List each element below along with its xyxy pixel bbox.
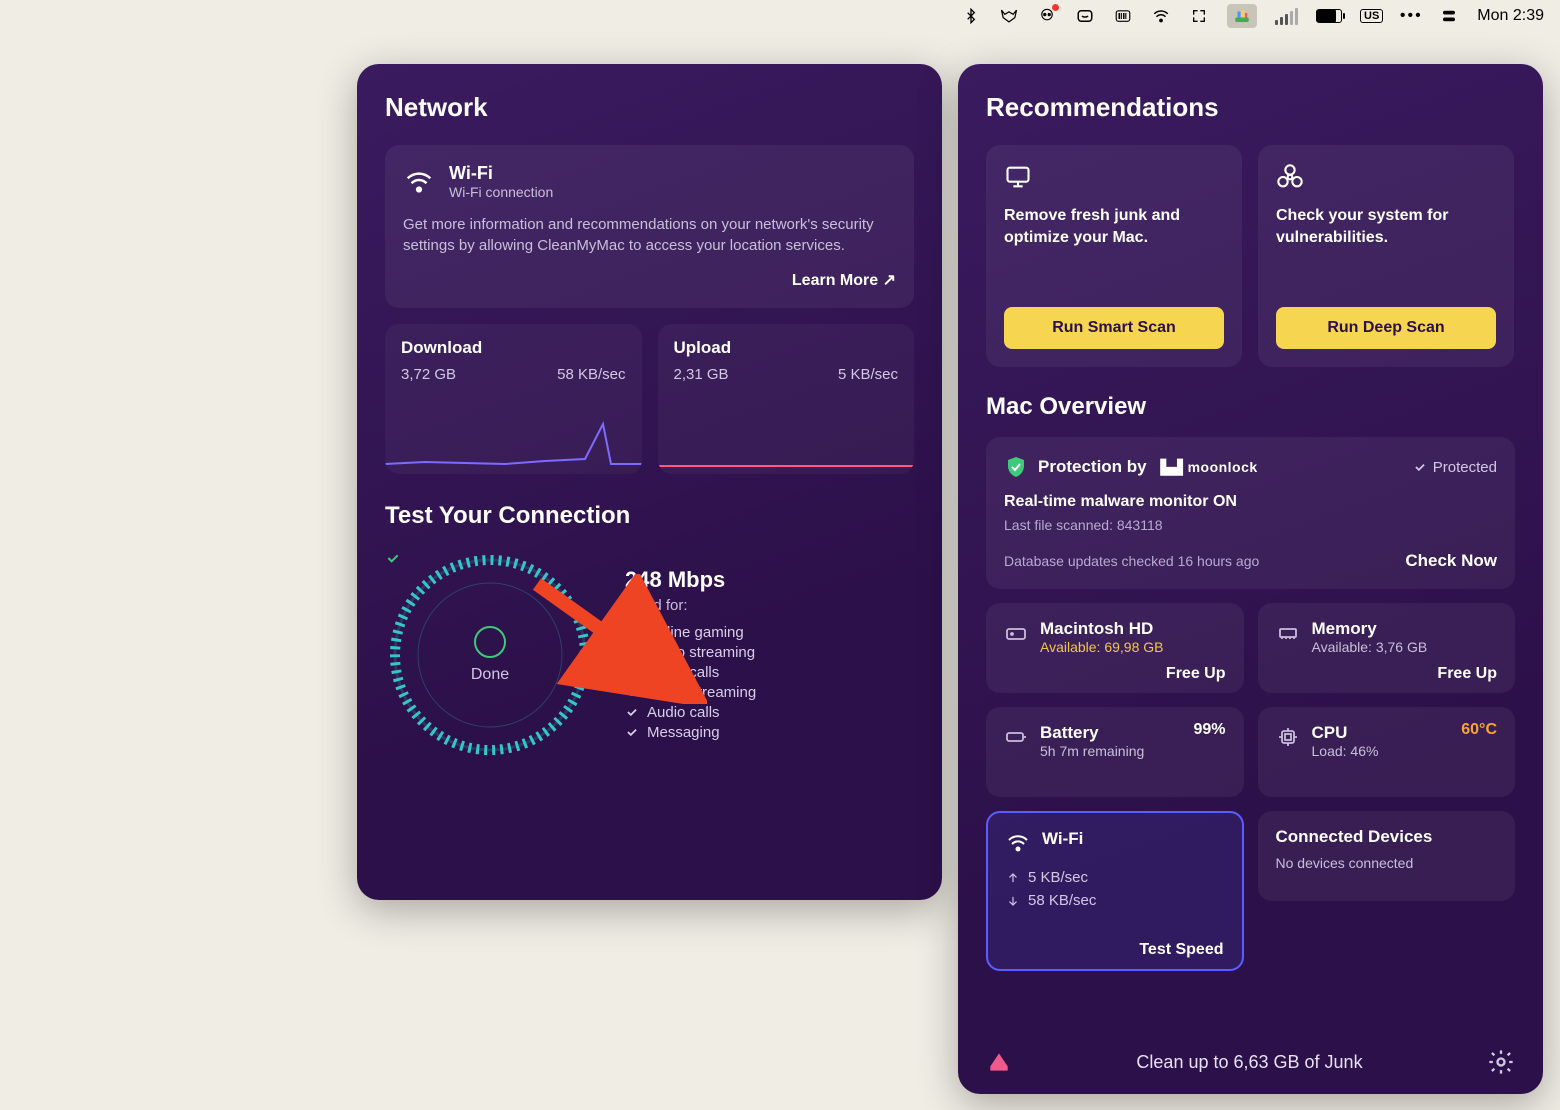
- app-logo-icon[interactable]: [986, 1049, 1012, 1075]
- cpu-load: Load: 46%: [1312, 743, 1379, 759]
- speed-value: 248 Mbps: [625, 567, 914, 593]
- bluetooth-icon[interactable]: [961, 6, 981, 26]
- wifi-card-title: Wi-Fi: [1042, 829, 1083, 849]
- memory-title: Memory: [1312, 619, 1428, 639]
- run-deep-scan-button[interactable]: Run Deep Scan: [1276, 307, 1496, 349]
- rec-card-deep-scan: Check your system for vulnerabilities. R…: [1258, 145, 1514, 367]
- cpu-title: CPU: [1312, 723, 1379, 743]
- battery-title: Battery: [1040, 723, 1144, 743]
- moonlock-brand: ▙▟ moonlock: [1161, 459, 1258, 476]
- good-for-list: Online gaming Video streaming Video call…: [625, 624, 914, 741]
- test-speed-button[interactable]: Test Speed: [1139, 941, 1223, 959]
- list-item: Messaging: [647, 724, 720, 741]
- rec-text: Check your system for vulnerabilities.: [1276, 205, 1496, 293]
- cpu-icon: [1276, 725, 1300, 749]
- wifi-card: Wi-Fi Wi-Fi connection Get more informat…: [385, 145, 914, 308]
- speed-gauge: Done: [385, 550, 595, 760]
- download-rate: 58 KB/sec: [557, 366, 625, 383]
- list-item: Video calls: [647, 664, 719, 681]
- download-sparkline: [385, 414, 642, 474]
- settings-gear-icon[interactable]: [1487, 1048, 1515, 1076]
- malware-monitor-status: Real-time malware monitor ON: [1004, 493, 1497, 511]
- upload-rate: 5 KB/sec: [838, 366, 898, 383]
- wifi-up-rate: 5 KB/sec: [1028, 869, 1088, 886]
- fox-icon[interactable]: [999, 6, 1019, 26]
- disk-title: Macintosh HD: [1040, 619, 1164, 639]
- battery-remaining: 5h 7m remaining: [1040, 743, 1144, 759]
- upload-label: Upload: [674, 338, 899, 358]
- protected-badge: Protected: [1413, 459, 1497, 476]
- battery-card-icon: [1004, 725, 1028, 749]
- wifi-down-rate: 58 KB/sec: [1028, 892, 1096, 909]
- download-label: Download: [401, 338, 626, 358]
- shield-icon: [1004, 455, 1028, 479]
- more-icon[interactable]: •••: [1401, 6, 1421, 26]
- upload-total: 2,31 GB: [674, 366, 729, 383]
- memory-available: Available: 3,76 GB: [1312, 639, 1428, 655]
- battery-card[interactable]: Battery 5h 7m remaining 99%: [986, 707, 1244, 797]
- devices-title: Connected Devices: [1276, 827, 1498, 847]
- cleanmymac-menubar-icon[interactable]: [1227, 4, 1257, 28]
- run-smart-scan-button[interactable]: Run Smart Scan: [1004, 307, 1224, 349]
- wifi-card-icon: [1006, 831, 1030, 855]
- rec-card-smart-scan: Remove fresh junk and optimize your Mac.…: [986, 145, 1242, 367]
- last-file-scanned: Last file scanned: 843118: [1004, 517, 1497, 533]
- wifi-name: Wi-Fi: [449, 163, 553, 184]
- protection-by-label: Protection by: [1038, 457, 1147, 477]
- protection-card: Protection by ▙▟ moonlock Protected Real…: [986, 437, 1515, 589]
- monitor-icon: [1004, 163, 1032, 191]
- barcode-icon[interactable]: [1113, 6, 1133, 26]
- list-item: Online gaming: [647, 624, 744, 641]
- wifi-icon[interactable]: [1151, 6, 1171, 26]
- wifi-icon: [403, 166, 435, 198]
- download-total: 3,72 GB: [401, 366, 456, 383]
- mac-overview-title: Mac Overview: [986, 393, 1515, 421]
- db-updates-label: Database updates checked 16 hours ago: [1004, 553, 1259, 569]
- disk-available: Available: 69,98 GB: [1040, 639, 1164, 655]
- cellular-signal-icon[interactable]: [1275, 8, 1298, 25]
- list-item: Video streaming: [647, 644, 755, 661]
- app-icon-1[interactable]: [1075, 6, 1095, 26]
- rec-text: Remove fresh junk and optimize your Mac.: [1004, 205, 1224, 293]
- network-panel: Network Wi-Fi Wi-Fi connection Get more …: [357, 64, 942, 900]
- upload-sparkline: [658, 414, 915, 474]
- check-now-button[interactable]: Check Now: [1405, 551, 1497, 571]
- download-card: Download 3,72 GB 58 KB/sec: [385, 324, 642, 474]
- memory-card[interactable]: Memory Available: 3,76 GB Free Up: [1258, 603, 1516, 693]
- clock[interactable]: Mon 2:39: [1477, 7, 1544, 25]
- upload-card: Upload 2,31 GB 5 KB/sec: [658, 324, 915, 474]
- learn-more-link[interactable]: Learn More ↗: [403, 270, 896, 290]
- wifi-info-message: Get more information and recommendations…: [403, 214, 896, 256]
- hdd-icon: [1004, 621, 1028, 645]
- control-center-icon[interactable]: [1439, 6, 1459, 26]
- battery-percent: 99%: [1193, 721, 1225, 739]
- skull-icon[interactable]: [1037, 6, 1057, 26]
- network-title: Network: [385, 92, 914, 123]
- cpu-card[interactable]: CPU Load: 46% 60°C: [1258, 707, 1516, 797]
- disk-card[interactable]: Macintosh HD Available: 69,98 GB Free Up: [986, 603, 1244, 693]
- good-for-label: Good for:: [625, 597, 914, 614]
- list-item: Music streaming: [647, 684, 756, 701]
- input-source-indicator[interactable]: US: [1360, 9, 1383, 23]
- macos-menubar: US ••• Mon 2:39: [0, 0, 1560, 32]
- cpu-temp: 60°C: [1461, 721, 1497, 739]
- fullscreen-icon[interactable]: [1189, 6, 1209, 26]
- free-up-memory-button[interactable]: Free Up: [1437, 665, 1497, 683]
- biohazard-icon: [1276, 163, 1304, 191]
- recommendations-title: Recommendations: [986, 92, 1515, 123]
- battery-icon[interactable]: [1316, 9, 1342, 23]
- recommendations-panel: Recommendations Remove fresh junk and op…: [958, 64, 1543, 1094]
- wifi-overview-card[interactable]: Wi-Fi 5 KB/sec 58 KB/sec Test Speed: [986, 811, 1244, 971]
- test-connection-title: Test Your Connection: [385, 502, 914, 530]
- cleanup-summary[interactable]: Clean up to 6,63 GB of Junk: [1136, 1052, 1362, 1073]
- memory-icon: [1276, 621, 1300, 645]
- list-item: Audio calls: [647, 704, 720, 721]
- free-up-disk-button[interactable]: Free Up: [1166, 665, 1226, 683]
- connected-devices-card[interactable]: Connected Devices No devices connected: [1258, 811, 1516, 901]
- devices-subtitle: No devices connected: [1276, 855, 1498, 871]
- wifi-subtitle: Wi-Fi connection: [449, 184, 553, 200]
